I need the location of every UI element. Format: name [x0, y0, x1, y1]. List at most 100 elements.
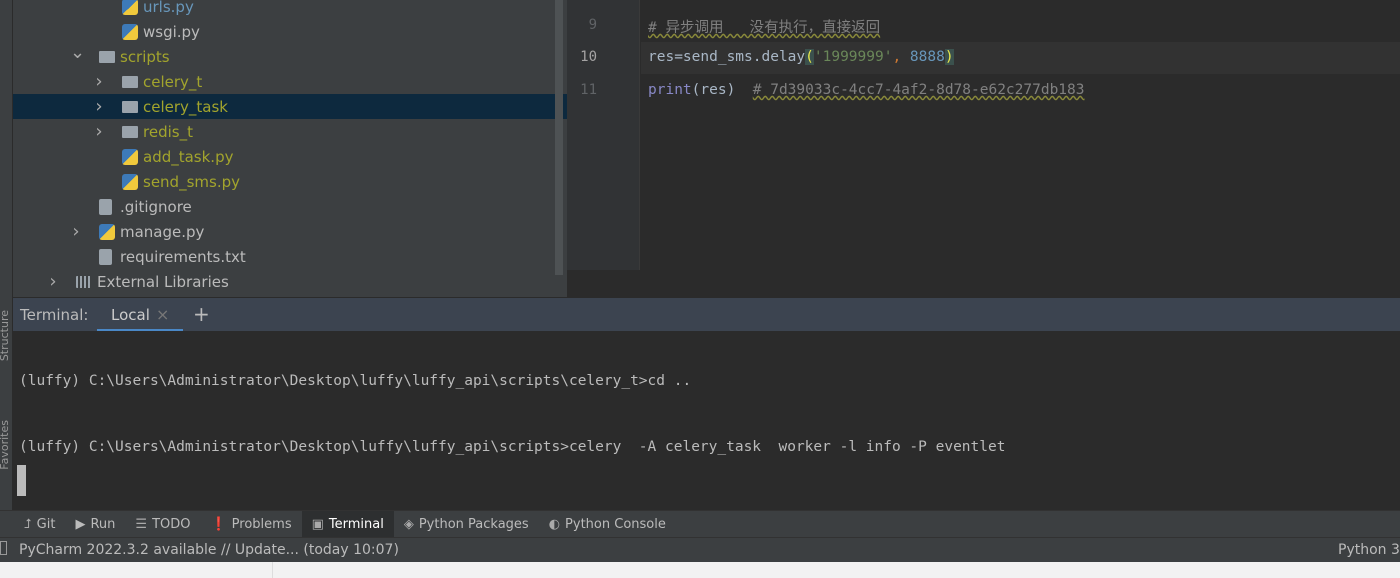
tree-item-label: External Libraries [97, 272, 229, 291]
keyword: print [648, 82, 692, 98]
tree-item[interactable]: .gitignore [13, 194, 567, 219]
tool-window-git[interactable]: ⮥ Git [14, 511, 65, 538]
chevron-right-icon[interactable]: › [70, 221, 82, 242]
comma: , [892, 49, 902, 65]
gutter: 9 10 11 [567, 0, 640, 270]
status-bar: PyCharm 2022.3.2 available // Update... … [0, 537, 1400, 562]
project-tree: urls.py wsgi.py ⌄ scripts › celery_t › celery_t… [13, 0, 567, 297]
terminal-cursor [17, 465, 26, 496]
python-file-icon [122, 24, 138, 40]
python-file-icon [122, 149, 138, 165]
tool-window-todo[interactable]: ☰ TODO [125, 511, 200, 538]
python-file-icon [122, 0, 138, 15]
tree-item[interactable]: urls.py [13, 0, 567, 19]
terminal-line: (luffy) C:\Users\Administrator\Desktop\l… [19, 373, 692, 389]
comment: # 异步调用 没有执行，直接返回 [648, 20, 881, 36]
tool-window-python-packages[interactable]: ◈ Python Packages [394, 511, 539, 538]
tree-item-label: wsgi.py [143, 22, 200, 41]
code: res=send_sms.delay [648, 49, 806, 65]
tree-item[interactable]: add_task.py [13, 144, 567, 169]
code-line-11: print(res) # 7d39033c-4cc7-4af2-8d78-e62… [648, 82, 1085, 98]
terminal-line: (luffy) C:\Users\Administrator\Desktop\l… [19, 439, 1006, 455]
tree-item-label: redis_t [143, 122, 193, 141]
tree-item-label: send_sms.py [143, 172, 240, 191]
folder-icon [99, 51, 115, 63]
tool-window-label: Terminal [328, 516, 384, 532]
tree-item[interactable]: › celery_t [13, 69, 567, 94]
tool-window-label: Problems [231, 516, 292, 532]
tree-item-label: .gitignore [120, 197, 192, 216]
update-notification[interactable]: PyCharm 2022.3.2 available // Update... … [19, 542, 399, 558]
tree-item[interactable]: requirements.txt [13, 244, 567, 269]
library-icon [76, 276, 92, 288]
tree-item-label: requirements.txt [120, 247, 246, 266]
code: (res) [691, 82, 753, 98]
tool-window-terminal[interactable]: ▣ Terminal [301, 510, 394, 538]
panel-toggle-icon[interactable] [0, 541, 7, 555]
tree-item[interactable]: send_sms.py [13, 169, 567, 194]
todo-icon: ☰ [135, 516, 148, 532]
tree-item-label: celery_task [143, 97, 228, 116]
tree-item-label: add_task.py [143, 147, 234, 166]
paren: ( [805, 49, 814, 65]
run-icon: ▶ [75, 516, 86, 532]
tree-item[interactable]: › redis_t [13, 119, 567, 144]
tool-window-label: Run [90, 516, 116, 532]
folder-icon [122, 76, 138, 88]
add-tab-button[interactable]: + [193, 302, 210, 326]
line-number: 10 [580, 49, 597, 65]
tool-window-label: Git [36, 516, 56, 532]
tab-local[interactable]: Local × [97, 298, 183, 332]
tool-window-bar: ⮥ Git ▶ Run ☰ TODO ❗ Problems ▣ Terminal ◈ Python P… [0, 510, 1400, 538]
number: 8888 [901, 49, 945, 65]
git-icon: ⮥ [24, 516, 32, 532]
folder-icon [122, 126, 138, 138]
structure-tab[interactable]: Structure [0, 310, 11, 361]
left-tool-strip: Structure Favorites [0, 0, 13, 537]
interpreter-selector[interactable]: Python 3 [1338, 542, 1400, 558]
tree-scrollbar[interactable] [555, 0, 563, 275]
string: '1999999' [813, 49, 893, 65]
text-file-icon [99, 199, 112, 215]
chevron-right-icon[interactable]: › [93, 71, 105, 92]
tool-window-label: TODO [152, 516, 191, 532]
chevron-right-icon[interactable]: › [93, 121, 105, 142]
tool-window-python-console[interactable]: ◐ Python Console [539, 511, 676, 538]
tree-item[interactable]: › External Libraries [13, 269, 567, 294]
tree-item[interactable]: wsgi.py [13, 19, 567, 44]
chevron-right-icon[interactable]: › [93, 96, 105, 117]
paren: ) [944, 49, 954, 65]
tree-item[interactable]: ⌄ scripts [13, 42, 567, 69]
tool-window-label: Python Packages [418, 516, 529, 532]
terminal-output[interactable]: (luffy) C:\Users\Administrator\Desktop\l… [13, 331, 1400, 510]
terminal-icon: ▣ [311, 516, 324, 532]
layers-icon: ◈ [403, 516, 414, 532]
tree-item-label: urls.py [143, 0, 194, 16]
tree-item-label: manage.py [120, 222, 205, 241]
favorites-tab[interactable]: Favorites [0, 420, 11, 470]
tab-label: Local [111, 306, 150, 324]
tool-window-label: Python Console [565, 516, 666, 532]
python-file-icon [99, 224, 115, 240]
problems-icon: ❗ [210, 516, 227, 532]
tree-item-label: celery_t [143, 72, 203, 91]
tree-item[interactable]: › manage.py [13, 219, 567, 244]
tool-window-problems[interactable]: ❗ Problems [200, 511, 301, 538]
line-number: 9 [588, 17, 597, 33]
tree-item-label: scripts [120, 47, 170, 66]
code-editor[interactable]: 9 10 11 # 异步调用 没有执行，直接返回 res=send_sms.de… [567, 0, 1400, 297]
terminal-header: Terminal: Local × + [13, 297, 1400, 332]
line-number: 11 [580, 82, 597, 98]
comment: # 7d39033c-4cc7-4af2-8d78-e62c277db183 [752, 82, 1085, 98]
code-line-9: # 异步调用 没有执行，直接返回 [648, 16, 880, 37]
tool-window-run[interactable]: ▶ Run [65, 511, 125, 538]
tree-item[interactable]: › celery_task [13, 94, 567, 119]
close-icon[interactable]: × [156, 305, 169, 324]
chevron-right-icon[interactable]: › [47, 271, 59, 292]
folder-icon [122, 101, 138, 113]
text-file-icon [99, 249, 112, 265]
chevron-down-icon[interactable]: ⌄ [70, 42, 85, 63]
terminal-label: Terminal: [20, 306, 89, 324]
python-icon: ◐ [548, 516, 561, 532]
python-file-icon [122, 174, 138, 190]
